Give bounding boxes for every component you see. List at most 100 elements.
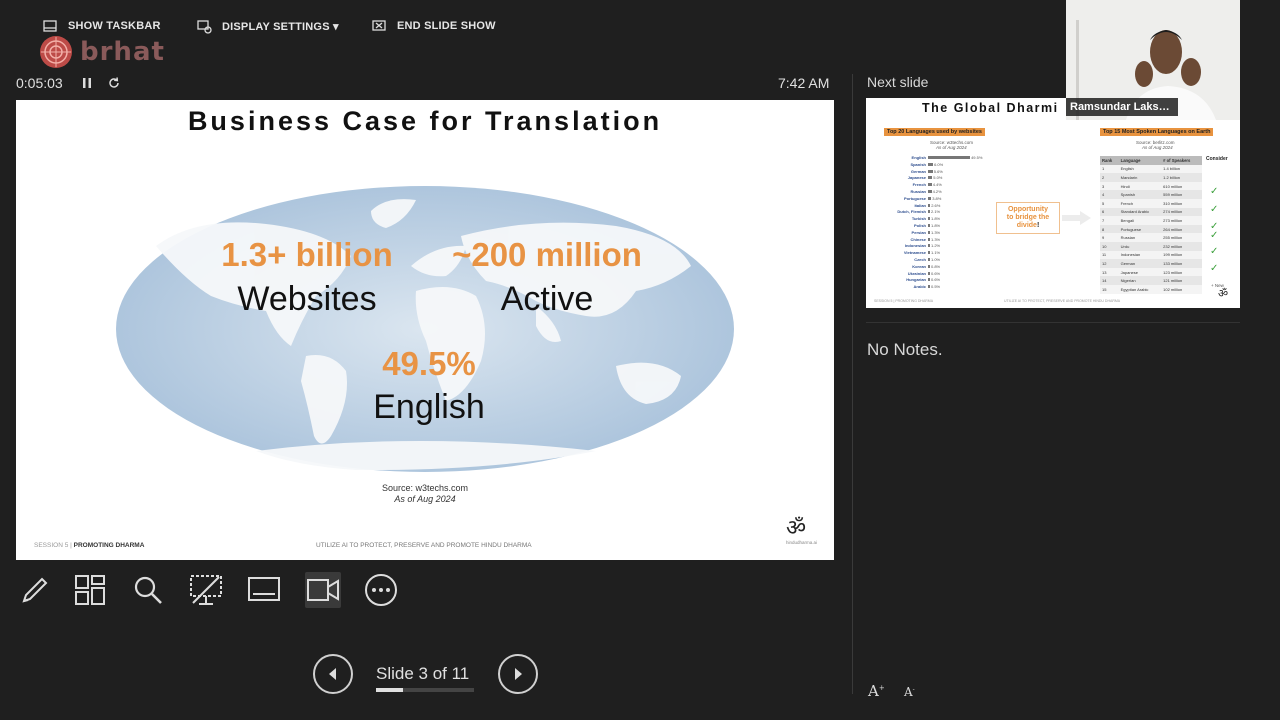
web-language-row: Italian 2.6% [880, 203, 940, 208]
black-screen-button[interactable] [188, 572, 224, 608]
spoken-languages-header: Top 15 Most Spoken Languages on Earth [1100, 128, 1214, 136]
rank-cell: 14 [1100, 276, 1119, 285]
rank-cell: 13 [1100, 267, 1119, 277]
show-taskbar-label: SHOW TASKBAR [68, 20, 161, 32]
web-language-pct: 2.6% [931, 202, 941, 208]
see-all-slides-button[interactable] [72, 572, 108, 608]
display-settings-button[interactable]: DISPLAY SETTINGS ▾ [196, 18, 339, 34]
next-slide-thumbnail[interactable]: The Global Dharmi Top 20 Languages used … [866, 98, 1240, 308]
speakers-cell: 264 million [1161, 224, 1202, 234]
web-languages-date: As of Aug 2024 [936, 145, 967, 150]
increase-font-button[interactable]: A+ [868, 682, 885, 700]
speakers-cell: 255 million [1161, 233, 1202, 242]
table-row: 4 Spanish 559 million [1100, 190, 1202, 199]
next-slide-title: The Global Dharmi [922, 101, 1059, 115]
table-header-language: Language [1118, 156, 1162, 165]
rank-cell: 8 [1100, 224, 1119, 234]
language-cell: French [1118, 198, 1162, 208]
rank-cell: 4 [1100, 190, 1119, 199]
grid-icon [75, 575, 105, 605]
check-icon: ✓ [1210, 263, 1219, 274]
web-language-name: Korean [912, 263, 926, 269]
flower-logo-icon [40, 36, 72, 68]
slide-source: Source: w3techs.com As of Aug 2024 [16, 483, 834, 505]
web-language-pct: 1.8% [931, 223, 941, 228]
web-language-name: Dutch, Flemish [897, 209, 926, 215]
subtitles-icon [248, 577, 280, 601]
speakers-cell: 1.4 billion [1161, 164, 1202, 174]
zoom-button[interactable] [130, 572, 166, 608]
speakers-cell: 610 million [1161, 181, 1202, 191]
web-language-name: Italian [914, 202, 926, 208]
web-language-pct: 6.0% [934, 161, 944, 167]
table-row: 6 Standard Arabic 274 million [1100, 207, 1202, 217]
rank-cell: 3 [1100, 181, 1119, 191]
web-language-pct: 49.5% [971, 155, 983, 160]
web-language-pct: 2.1% [931, 209, 941, 215]
display-settings-label: DISPLAY SETTINGS ▾ [222, 20, 339, 33]
web-language-name: Polish [913, 223, 926, 228]
table-row: 13 Japanese 123 million [1100, 267, 1202, 277]
check-icon: ✓ [1210, 204, 1219, 215]
previous-slide-button[interactable] [313, 654, 353, 694]
arrow-icon [1062, 211, 1091, 225]
web-language-row: German 5.6% [880, 169, 943, 174]
web-language-pct: 1.3% [931, 236, 941, 242]
slide-progress-fill [376, 688, 403, 692]
language-cell: Spanish [1118, 190, 1162, 199]
language-cell: Egyptian Arabic [1118, 284, 1162, 294]
thumb-footer-left: SESSION 5 | PROMOTING DHARMA [874, 299, 934, 303]
next-slide-button[interactable] [498, 654, 538, 694]
more-icon [365, 574, 397, 606]
table-row: 9 Russian 255 million [1100, 233, 1202, 242]
web-language-pct: 0.8% [931, 263, 941, 269]
decrease-font-button[interactable]: A- [904, 685, 915, 699]
pane-divider[interactable] [852, 74, 853, 694]
slide-counter[interactable]: Slide 3 of 11 [376, 664, 469, 684]
notes-separator [866, 322, 1240, 323]
previous-icon [329, 668, 336, 680]
web-language-name: French [912, 182, 926, 188]
footer-topic: PROMOTING DHARMA [73, 542, 145, 549]
pause-button[interactable] [80, 76, 94, 95]
stat-english-label: English [373, 388, 485, 426]
speakers-cell: 133 million [1161, 259, 1202, 268]
table-row: 8 Portuguese 264 million [1100, 224, 1202, 234]
web-language-name: Portuguese [903, 195, 926, 201]
speakers-cell: 121 million [1161, 276, 1202, 285]
web-language-row: Portuguese 3.8% [880, 196, 941, 201]
web-language-name: Hungarian [906, 277, 926, 283]
camera-button[interactable] [305, 572, 341, 608]
web-language-pct: 1.3% [931, 229, 941, 235]
web-language-pct: 0.6% [931, 270, 941, 276]
table-row: 7 Bengali 273 million [1100, 216, 1202, 225]
speaker-notes[interactable]: No Notes. [867, 340, 943, 360]
rank-cell: 9 [1100, 233, 1119, 242]
current-slide[interactable]: Business Case for Translation 1.3+ billi… [16, 100, 834, 560]
rank-cell: 2 [1100, 173, 1119, 182]
pen-tool-button[interactable] [16, 572, 52, 608]
check-icon: ✓ [1210, 186, 1219, 197]
elapsed-timer: 0:05:03 [16, 75, 63, 91]
web-language-name: Czech [914, 257, 926, 262]
web-language-pct: 4.4% [932, 182, 942, 188]
web-language-name: Chinese [910, 236, 926, 242]
web-language-bar [928, 156, 971, 159]
web-language-row: Japanese 5.0% [880, 175, 943, 180]
restart-timer-button[interactable] [107, 76, 121, 95]
web-language-pct: 1.8% [931, 216, 941, 222]
web-language-name: Vietnamese [903, 250, 926, 256]
web-language-row: Korean 0.8% [880, 264, 940, 269]
language-cell: Bengali [1118, 216, 1162, 225]
thumb-footer-mid: UTILIZE AI TO PROTECT, PRESERVE AND PROM… [1004, 299, 1121, 303]
subtitles-button[interactable] [246, 572, 282, 608]
more-options-button[interactable] [363, 572, 399, 608]
rank-cell: 1 [1100, 164, 1119, 174]
web-language-row: Chinese 1.3% [880, 237, 940, 242]
language-cell: Nigerian [1118, 276, 1162, 285]
web-language-name: Turkish [911, 216, 926, 222]
clock: 7:42 AM [778, 75, 830, 91]
show-taskbar-button[interactable]: SHOW TASKBAR [42, 18, 161, 34]
display-settings-icon [197, 20, 212, 34]
end-slide-show-button[interactable]: END SLIDE SHOW [371, 18, 496, 34]
